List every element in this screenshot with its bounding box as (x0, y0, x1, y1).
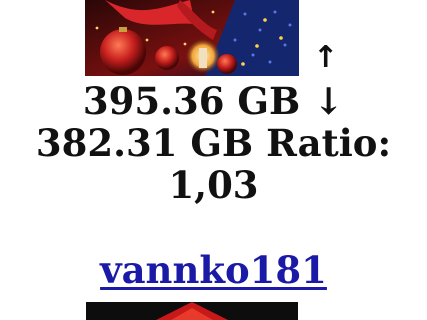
username-link[interactable]: vannko181 (100, 248, 327, 292)
ratio-value: 1,03 (168, 163, 259, 207)
downloaded-and-ratio-label: 382.31 GB Ratio: (35, 121, 392, 165)
uploaded-amount: 395.36 GB ↓ (82, 79, 345, 123)
transfer-stats: 395.36 GB ↓ 382.31 GB Ratio: 1,03 (0, 38, 427, 206)
username-container: vannko181 (0, 248, 427, 292)
bottom-banner-image (86, 302, 298, 320)
